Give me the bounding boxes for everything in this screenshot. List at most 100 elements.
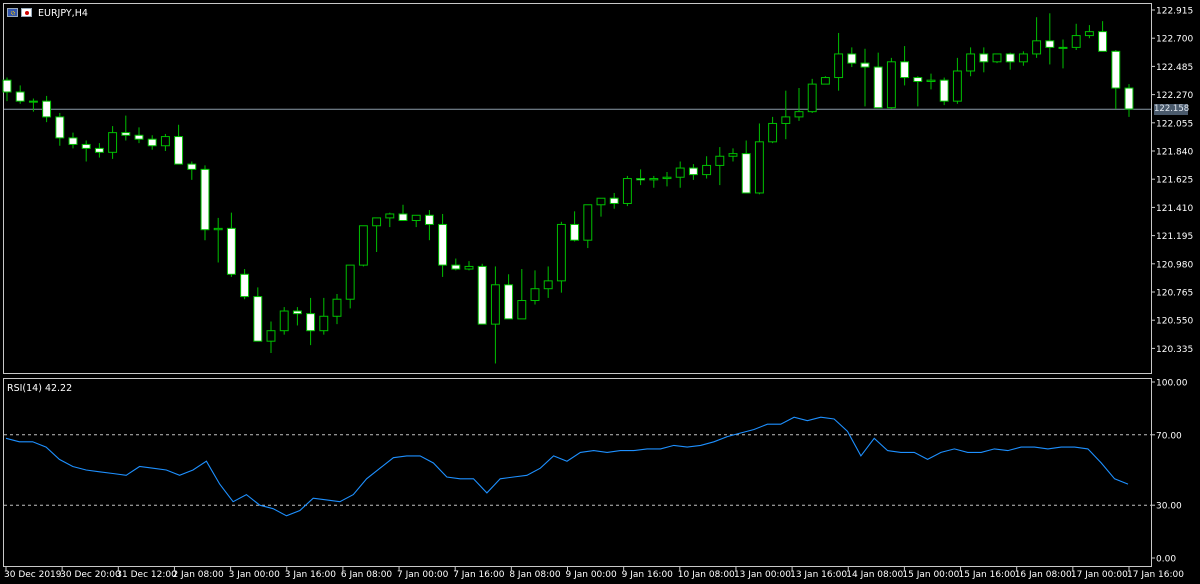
time-tick-label: 13 Jan 16:00 — [790, 570, 847, 580]
time-tick-label: 30 Dec 2019 — [4, 570, 62, 580]
candle-body — [622, 178, 632, 204]
price-tick-label: 122.055 — [1156, 119, 1193, 129]
candle — [992, 53, 1002, 64]
candle-body — [147, 138, 157, 147]
candle-body — [926, 79, 936, 82]
candle — [200, 165, 210, 241]
price-tick-label: 121.840 — [1156, 148, 1193, 158]
candle-body — [398, 213, 408, 222]
time-tick-label: 13 Jan 00:00 — [734, 570, 791, 580]
price-tick-label: 120.335 — [1156, 345, 1193, 355]
candle-body — [279, 310, 289, 332]
candle-body — [583, 204, 593, 241]
candle-body — [2, 79, 12, 93]
rsi-tick-label: 70.00 — [1156, 431, 1182, 441]
candle-body — [807, 83, 817, 113]
candle-body — [873, 66, 883, 109]
candle — [820, 76, 830, 85]
rsi-label: RSI(14) 42.22 — [7, 383, 72, 394]
candle-body — [94, 147, 104, 153]
candle-body — [28, 100, 38, 103]
candle-body — [517, 300, 527, 320]
time-tick-label: 7 Jan 00:00 — [397, 570, 449, 580]
candle-body — [966, 53, 976, 72]
candle-body — [226, 227, 236, 275]
candle-body — [108, 132, 118, 153]
candle-body — [319, 315, 329, 332]
candle-body — [702, 164, 712, 176]
candle-body — [1018, 53, 1028, 63]
candle-body — [900, 61, 910, 79]
candle-body — [385, 213, 395, 219]
time-tick-label: 17 Jan 00:00 — [1071, 570, 1128, 580]
candle — [358, 225, 368, 267]
candle-body — [424, 214, 434, 225]
candle-body — [715, 155, 725, 166]
price-tick-label: 122.270 — [1156, 91, 1193, 101]
candle-body — [636, 178, 646, 181]
candle-body — [477, 265, 487, 325]
candle — [939, 77, 949, 106]
candle-body — [187, 163, 197, 170]
candle-body — [411, 214, 421, 222]
price-tick-label: 122.700 — [1156, 35, 1193, 45]
candle-body — [952, 70, 962, 102]
candle-body — [292, 310, 302, 315]
time-tick-label: 2 Jan 08:00 — [172, 570, 224, 580]
price-tick-label: 120.550 — [1156, 317, 1193, 327]
candle-body — [1032, 40, 1042, 55]
candle-body — [741, 153, 751, 194]
candle-body — [662, 176, 672, 180]
candle-body — [1058, 46, 1068, 49]
trading-chart[interactable]: 122.915 122.700 122.485 122.270 122.055 121.8… — [0, 0, 1200, 584]
candle-body — [728, 153, 738, 157]
time-tick-label: 8 Jan 08:00 — [509, 570, 561, 580]
time-tick-label: 31 Dec 12:00 — [116, 570, 177, 580]
time-tick-label: 3 Jan 16:00 — [285, 570, 337, 580]
price-tick-label: 120.765 — [1156, 289, 1193, 299]
candle-body — [1045, 40, 1055, 48]
candle-body — [134, 134, 144, 140]
candle-body — [15, 91, 25, 102]
candle-body — [68, 137, 78, 145]
time-tick-label: 6 Jan 08:00 — [341, 570, 393, 580]
price-tick-label: 121.625 — [1156, 176, 1193, 186]
time-tick-label: 17 Jan 16:00 — [1127, 570, 1184, 580]
candle-body — [451, 264, 461, 270]
candle-body — [675, 167, 685, 178]
candle-body — [504, 284, 514, 320]
candle-body — [213, 227, 223, 231]
candle-body — [372, 217, 382, 227]
candle-body — [543, 280, 553, 290]
candle-body — [358, 225, 368, 266]
rsi-tick-label: 30.00 — [1156, 502, 1182, 512]
japan-flag-icon — [21, 8, 32, 17]
candle-body — [306, 313, 316, 332]
price-tick-label: 122.485 — [1156, 63, 1193, 73]
candle-body — [609, 197, 619, 204]
candle-body — [438, 223, 448, 266]
eu-flag-icon — [7, 8, 18, 17]
candle-body — [781, 116, 791, 124]
candle-body — [253, 296, 263, 342]
candle-body — [913, 77, 923, 82]
candle-body — [266, 330, 276, 342]
candle-body — [794, 111, 804, 118]
time-tick-label: 15 Jan 16:00 — [959, 570, 1016, 580]
candle-body — [860, 62, 870, 68]
candle-body — [1111, 50, 1121, 89]
time-tick-label: 14 Jan 08:00 — [846, 570, 903, 580]
candle — [886, 57, 896, 110]
candle-body — [834, 53, 844, 79]
candle — [279, 307, 289, 335]
candle-body — [332, 298, 342, 317]
candle-body — [768, 122, 778, 143]
time-tick-label: 9 Jan 16:00 — [622, 570, 674, 580]
current-price-badge: 122.158 — [1154, 103, 1190, 115]
candle-body — [596, 197, 606, 206]
candle-body — [345, 264, 355, 300]
candle-body — [530, 288, 540, 302]
candle — [807, 78, 817, 113]
price-tick-label: 121.195 — [1156, 232, 1193, 242]
candle-body — [200, 168, 210, 231]
